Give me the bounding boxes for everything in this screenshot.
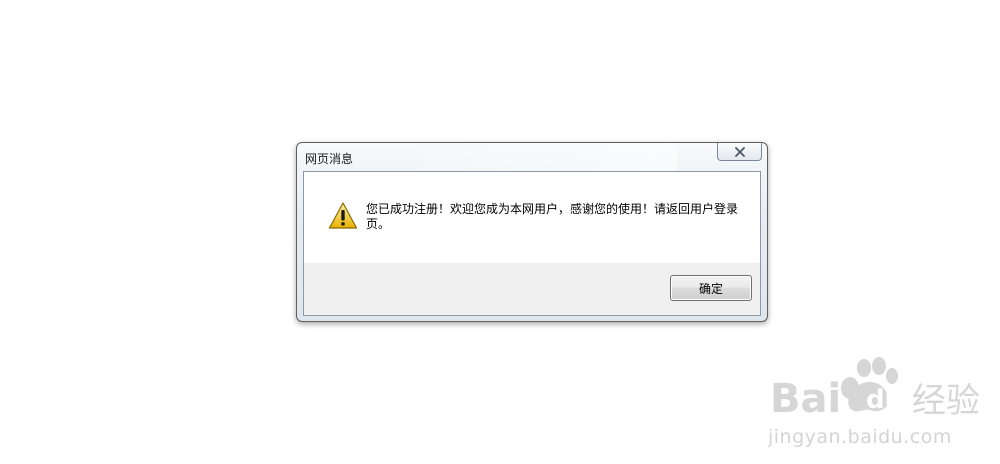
dialog-message: 您已成功注册！欢迎您成为本网用户，感谢您的使用！请返回用户登录页。: [366, 202, 739, 231]
svg-text:Bai: Bai: [770, 376, 841, 422]
page: 网页消息 您已成功注册！欢迎您成为本网用户，感谢您的使用！请返回用户登录页。 确…: [0, 0, 1000, 464]
warning-icon: [328, 201, 358, 231]
watermark-url: jingyan.baidu.com: [768, 426, 952, 448]
dialog-titlebar[interactable]: 网页消息: [297, 143, 767, 171]
dialog-client-area: 您已成功注册！欢迎您成为本网用户，感谢您的使用！请返回用户登录页。 确定: [303, 171, 761, 316]
baidu-logo: Bai du 经验: [770, 357, 980, 422]
message-dialog: 网页消息 您已成功注册！欢迎您成为本网用户，感谢您的使用！请返回用户登录页。 确…: [296, 142, 768, 322]
dialog-title: 网页消息: [305, 152, 354, 166]
close-icon: [734, 146, 746, 157]
close-button[interactable]: [717, 143, 762, 161]
ok-button[interactable]: 确定: [670, 275, 752, 301]
baidu-jingyan-watermark: Bai du 经验 jingyan.baidu.com: [760, 352, 1000, 464]
svg-text:经验: 经验: [912, 381, 980, 421]
dialog-content: 您已成功注册！欢迎您成为本网用户，感谢您的使用！请返回用户登录页。: [304, 172, 760, 263]
dialog-footer: 确定: [304, 263, 760, 315]
svg-text:du: du: [866, 385, 903, 415]
